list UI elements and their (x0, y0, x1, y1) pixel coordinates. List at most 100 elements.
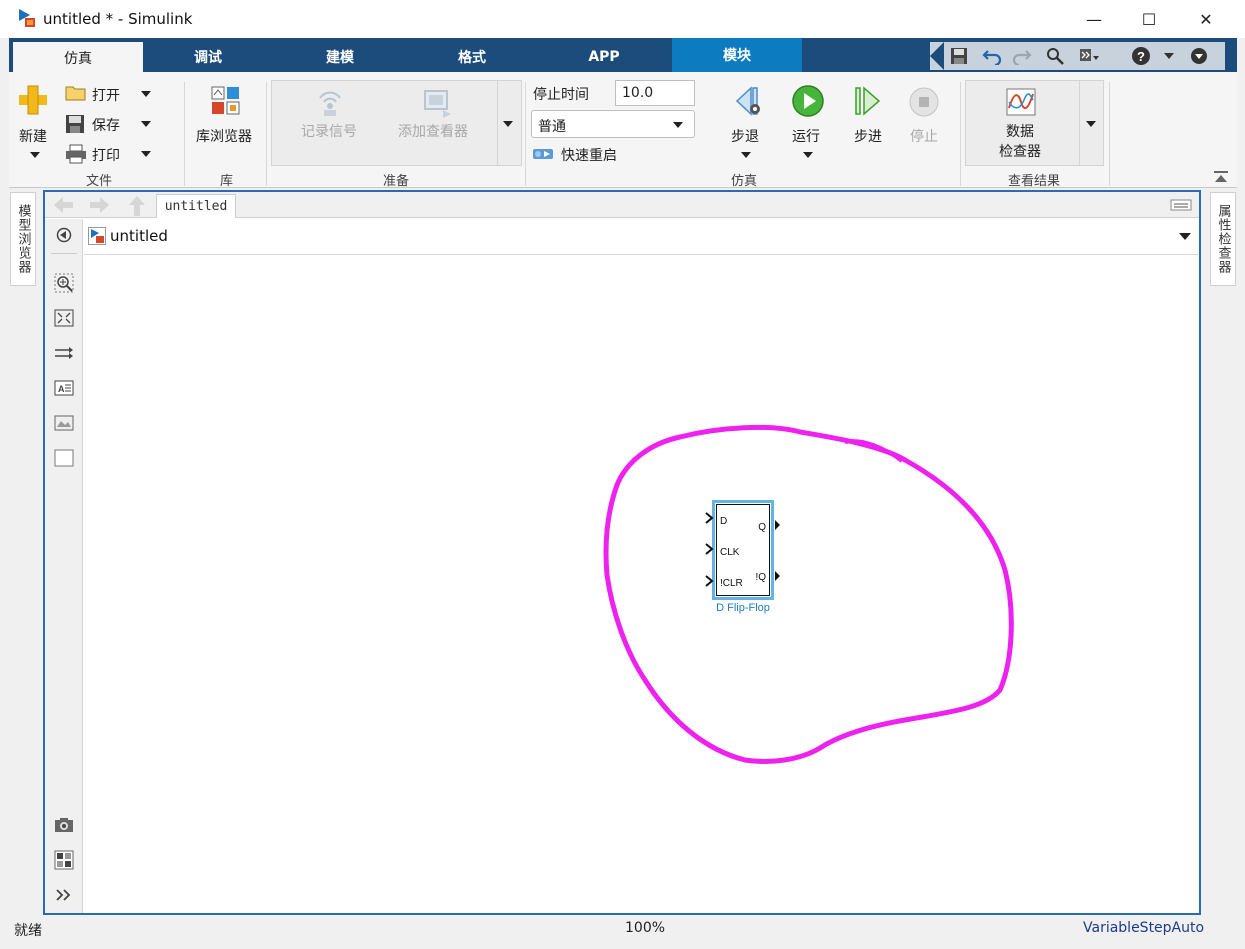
step-back-button[interactable]: 步退 (731, 126, 759, 146)
step-back-icon (731, 85, 763, 117)
image-icon[interactable] (53, 412, 75, 434)
data-inspector-label-1[interactable]: 数据 (1006, 121, 1034, 141)
property-icon[interactable] (53, 849, 75, 871)
tab-block[interactable]: 模块 (672, 38, 802, 72)
simulation-mode-value: 普通 (538, 119, 566, 135)
tab-modeling[interactable]: 建模 (275, 41, 405, 72)
hide-palette-icon[interactable] (53, 224, 75, 246)
help-icon[interactable]: ? (1130, 46, 1152, 66)
help-dropdown-icon[interactable] (1158, 46, 1180, 66)
tab-apps[interactable]: APP (539, 41, 669, 72)
data-inspector-icon (1006, 88, 1036, 116)
minimize-ribbon-icon[interactable] (1188, 46, 1210, 66)
open-button[interactable]: 打开 (92, 85, 120, 105)
expand-palette-icon[interactable] (53, 884, 75, 906)
results-expand-icon[interactable] (1086, 121, 1096, 127)
run-dropdown-icon[interactable] (803, 152, 813, 158)
status-bar: 就绪 100% VariableStepAuto (0, 916, 1245, 949)
search-icon[interactable] (1044, 46, 1066, 66)
annotation-icon[interactable]: A (53, 377, 75, 399)
stop-icon (908, 86, 940, 118)
collapse-ribbon-icon[interactable] (1213, 170, 1229, 184)
close-window-button[interactable]: ✕ (1177, 0, 1235, 38)
add-viewer-button[interactable]: 添加查看器 (398, 121, 468, 141)
section-label-prepare: 准备 (382, 174, 409, 189)
tab-debug[interactable]: 调试 (143, 41, 273, 72)
model-path-bar: untitled (84, 219, 1198, 255)
tab-simulation[interactable]: 仿真 (13, 42, 143, 73)
new-model-icon[interactable] (17, 84, 53, 116)
step-forward-icon (852, 85, 884, 117)
solver-name[interactable]: VariableStepAuto (1083, 920, 1204, 936)
separator (960, 82, 961, 186)
section-label-simulate: 仿真 (730, 174, 757, 189)
title-bar: untitled * - Simulink — ☐ ✕ (0, 0, 1245, 38)
section-label-file: 文件 (85, 174, 112, 189)
minimize-button[interactable]: — (1065, 0, 1123, 38)
path-dropdown-icon[interactable] (1179, 233, 1191, 240)
area-icon[interactable] (53, 447, 75, 469)
status-text: 就绪 (14, 923, 42, 939)
community-icon[interactable] (1078, 46, 1100, 66)
close-icon: ✕ (1199, 9, 1213, 29)
run-button[interactable]: 运行 (792, 126, 820, 146)
gallery-expand-icon[interactable] (503, 121, 513, 127)
simulink-app-icon (16, 7, 38, 29)
up-arrow-icon[interactable] (127, 195, 147, 217)
model-canvas[interactable] (84, 256, 1198, 913)
block-name[interactable]: D Flip-Flop (700, 602, 786, 614)
port-arrows (705, 512, 780, 587)
print-dropdown-icon[interactable] (141, 151, 151, 157)
fast-restart-button[interactable]: 快速重启 (561, 145, 617, 165)
minimize-icon: — (1086, 9, 1102, 29)
breadcrumb-tab[interactable]: untitled (156, 194, 236, 218)
model-path[interactable]: untitled (110, 227, 168, 245)
step-back-dropdown-icon[interactable] (741, 152, 751, 158)
back-arrow-icon[interactable] (53, 195, 75, 215)
library-browser-icon (210, 85, 242, 117)
simulation-mode-select[interactable]: 普通 (531, 110, 695, 138)
log-signals-button[interactable]: 记录信号 (301, 121, 357, 141)
zoom-in-icon[interactable] (53, 272, 75, 294)
step-forward-button[interactable]: 步进 (854, 126, 882, 146)
section-label-results: 查看结果 (1007, 174, 1060, 189)
quick-access-toolbar: ? (930, 42, 1225, 70)
fast-restart-icon (532, 145, 554, 163)
chevron-down-icon (673, 122, 683, 128)
undo-icon[interactable] (981, 46, 1003, 66)
log-signals-icon (314, 88, 346, 118)
tab-format[interactable]: 格式 (407, 41, 537, 72)
save-model-icon (65, 114, 87, 134)
run-icon (791, 84, 825, 118)
new-model-button[interactable]: 新建 (19, 126, 47, 146)
ribbon-panel: 新建 打开 保存 打印 文件 库浏览器 库 记录信号 添加查看器 准备 停止时间… (9, 72, 1237, 189)
print-button[interactable]: 打印 (92, 145, 120, 165)
save-icon[interactable] (948, 46, 970, 66)
camera-icon[interactable] (53, 814, 75, 836)
save-dropdown-icon[interactable] (141, 121, 151, 127)
section-label-library: 库 (219, 174, 233, 189)
library-browser-button[interactable]: 库浏览器 (196, 126, 252, 146)
redo-icon[interactable] (1011, 46, 1033, 66)
save-button[interactable]: 保存 (92, 115, 120, 135)
zoom-level: 100% (625, 920, 666, 936)
add-viewer-icon (421, 88, 453, 118)
stop-time-field[interactable]: 10.0 (615, 80, 695, 106)
data-inspector-label-2[interactable]: 检查器 (999, 141, 1041, 161)
forward-arrow-icon[interactable] (88, 195, 110, 215)
fit-to-view-icon[interactable] (53, 307, 75, 329)
keyboard-icon[interactable] (1170, 198, 1192, 212)
stop-button[interactable]: 停止 (910, 126, 938, 146)
signal-lines-icon[interactable] (53, 342, 75, 364)
separator (184, 82, 185, 186)
stop-time-label: 停止时间 (533, 87, 589, 103)
maximize-button[interactable]: ☐ (1120, 0, 1178, 38)
open-dropdown-icon[interactable] (141, 91, 151, 97)
maximize-icon: ☐ (1141, 9, 1157, 29)
model-icon (88, 227, 106, 245)
model-browser-tab[interactable]: 模型浏览器 (10, 192, 36, 286)
separator (525, 82, 526, 186)
property-inspector-tab[interactable]: 属性检查器 (1210, 192, 1236, 286)
new-dropdown-icon[interactable] (30, 152, 40, 158)
separator (1109, 82, 1110, 186)
